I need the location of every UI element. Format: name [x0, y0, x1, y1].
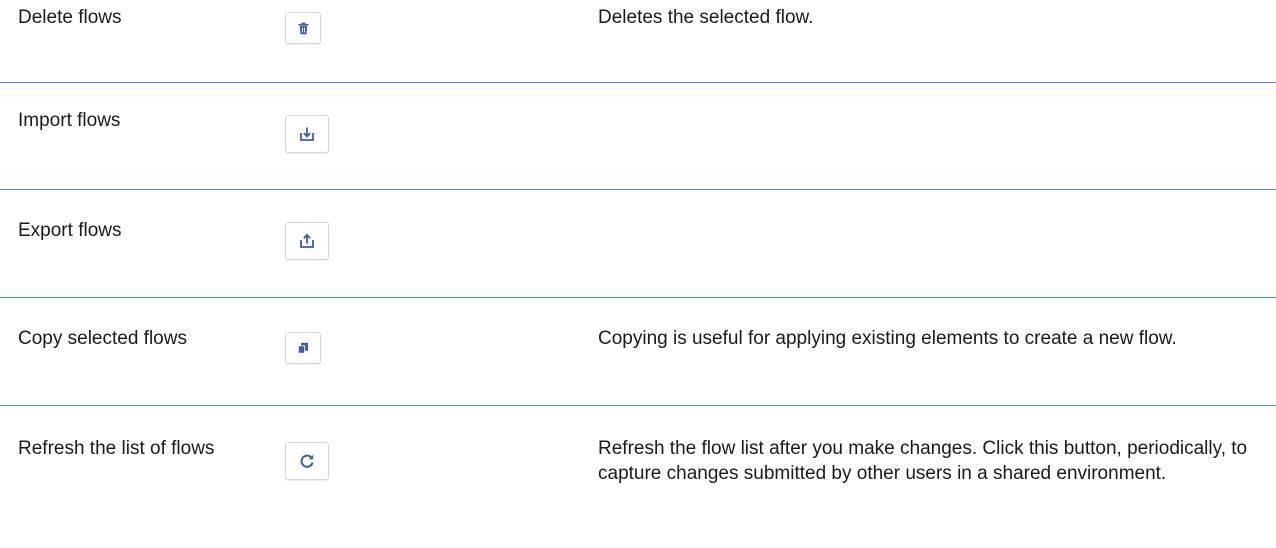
row-divider	[0, 405, 1276, 406]
row-description-copy-selected-flows: Copying is useful for applying existing …	[598, 328, 1177, 349]
copy-icon	[297, 342, 309, 354]
row-divider	[0, 189, 1276, 190]
row-description-refresh-flows: Refresh the flow list after you make cha…	[598, 438, 1248, 484]
refresh-flows-button[interactable]	[285, 442, 329, 480]
export-flows-button[interactable]	[285, 222, 329, 260]
import-icon	[299, 126, 315, 142]
row-name-export-flows: Export flows	[18, 220, 122, 241]
delete-flows-button[interactable]	[285, 12, 321, 44]
trash-icon	[297, 22, 310, 35]
row-name-refresh-flows: Refresh the list of flows	[18, 438, 215, 459]
row-name-import-flows: Import flows	[18, 110, 121, 131]
row-name-delete-flows: Delete flows	[18, 7, 122, 28]
import-flows-button[interactable]	[285, 115, 329, 153]
refresh-icon	[299, 453, 315, 469]
row-divider	[0, 297, 1276, 298]
row-divider	[0, 82, 1276, 83]
row-description-delete-flows: Deletes the selected flow.	[598, 7, 814, 28]
export-icon	[299, 233, 315, 249]
copy-selected-flows-button[interactable]	[285, 332, 321, 364]
row-name-copy-selected-flows: Copy selected flows	[18, 328, 187, 349]
